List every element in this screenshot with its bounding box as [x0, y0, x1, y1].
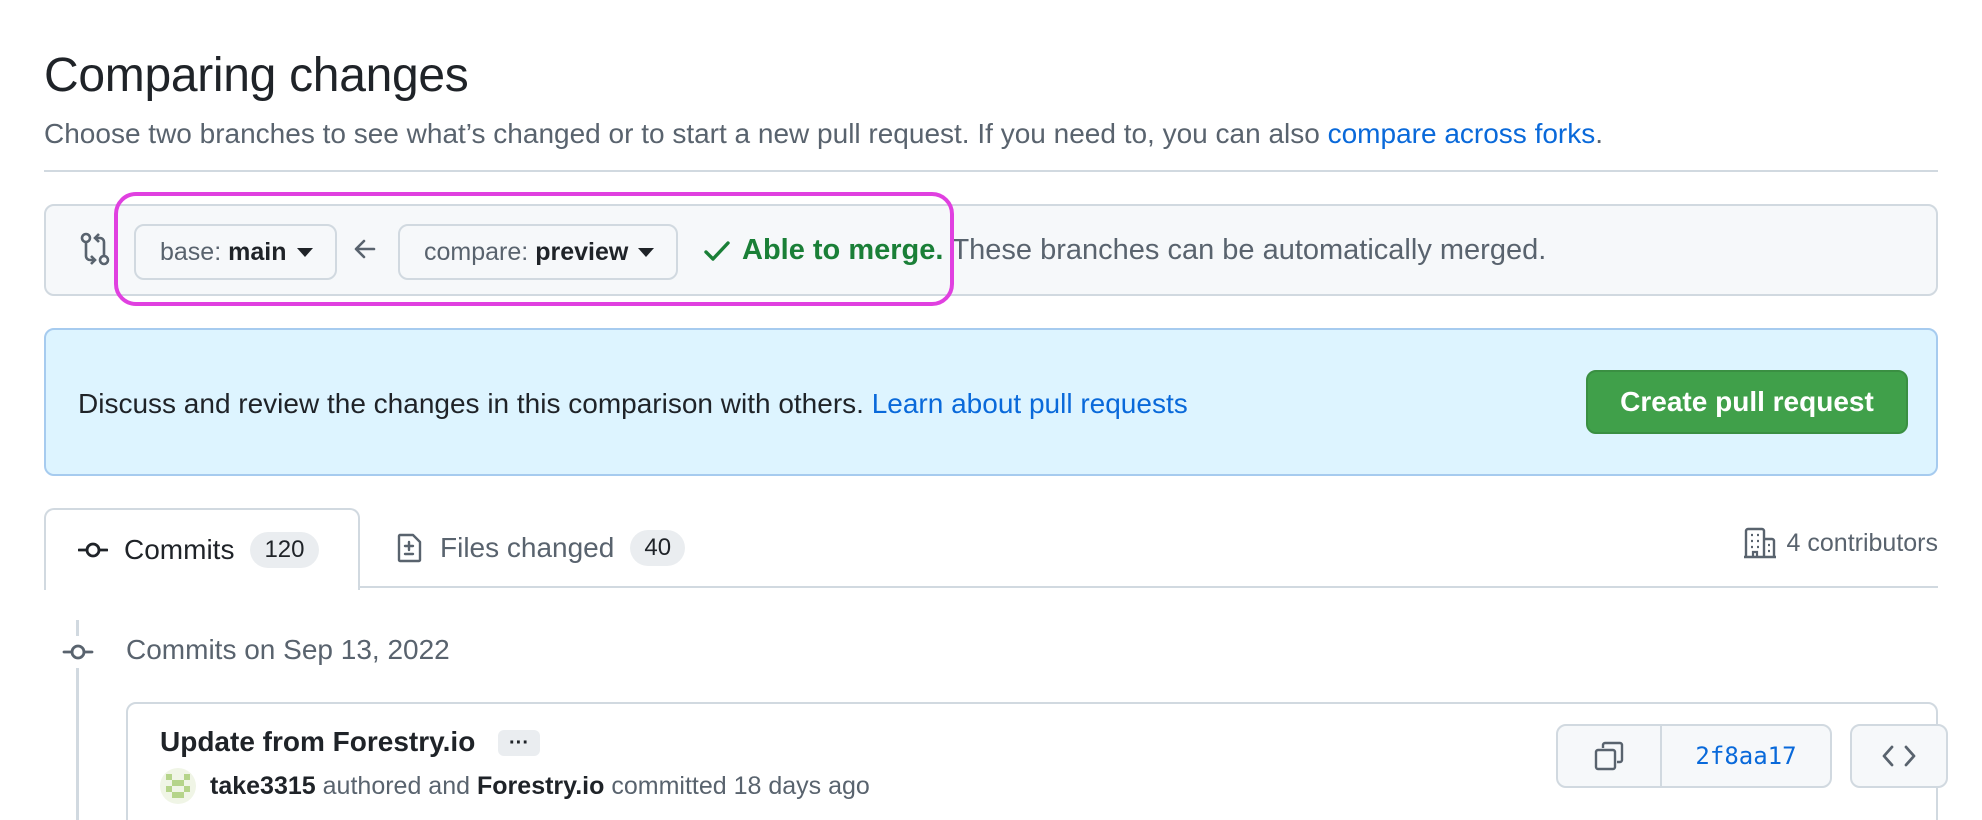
contributors-link[interactable]: 4 contributors — [1743, 526, 1938, 560]
check-icon — [704, 240, 730, 261]
page-subtitle: Choose two branches to see what’s change… — [44, 118, 1603, 150]
caret-down-icon — [296, 247, 313, 257]
commit-expand-button[interactable]: ··· — [498, 730, 540, 756]
merge-description: These branches can be automatically merg… — [951, 234, 1547, 266]
commit-committer[interactable]: Forestry.io — [477, 772, 604, 801]
copy-sha-button[interactable] — [1558, 726, 1662, 786]
range-editor: base: main compare: preview Able to merg… — [44, 204, 1938, 296]
organization-icon — [1743, 527, 1776, 559]
subtitle-period: . — [1595, 118, 1604, 149]
base-prefix: base: — [160, 237, 222, 266]
merge-ok-text: Able to merge. — [742, 234, 944, 266]
avatar[interactable] — [160, 768, 196, 804]
committed-text: committed 18 days ago — [611, 771, 870, 800]
authored-text: authored and — [322, 771, 471, 800]
commit-sha-link[interactable]: 2f8aa17 — [1662, 726, 1830, 786]
compare-prefix: compare: — [424, 237, 529, 266]
banner-text: Discuss and review the changes in this c… — [78, 388, 872, 419]
commit-title-link[interactable]: Update from Forestry.io — [160, 726, 475, 758]
copy-icon — [1594, 741, 1624, 771]
create-pull-request-button[interactable]: Create pull request — [1586, 370, 1908, 434]
base-branch-select[interactable]: base: main — [134, 224, 337, 280]
commit-author[interactable]: take3315 — [210, 772, 316, 801]
compare-tabs: Commits 120 Files changed 40 4 contribut… — [44, 508, 1938, 590]
create-pr-banner: Discuss and review the changes in this c… — [44, 328, 1938, 476]
compare-icon — [80, 232, 110, 266]
arrow-left-icon — [354, 239, 376, 259]
header-divider — [44, 170, 1938, 172]
banner-message: Discuss and review the changes in this c… — [78, 388, 1188, 420]
tab-commits-count: 120 — [250, 532, 319, 568]
compare-branch-name: preview — [535, 237, 629, 266]
subtitle-text: Choose two branches to see what’s change… — [44, 118, 1328, 149]
commit-icon — [78, 542, 108, 558]
learn-about-pr-link[interactable]: Learn about pull requests — [872, 388, 1188, 419]
tab-commits-label: Commits — [124, 534, 235, 565]
base-branch-name: main — [228, 237, 287, 266]
merge-status: Able to merge. These branches can be aut… — [702, 234, 1546, 267]
commit-list-item: Update from Forestry.io ··· take3315 aut… — [126, 702, 1948, 820]
caret-down-icon — [638, 247, 655, 257]
commit-sha-button-group: 2f8aa17 — [1556, 724, 1832, 788]
compare-across-forks-link[interactable]: compare across forks — [1328, 118, 1596, 149]
code-icon — [1882, 745, 1916, 767]
tab-files-count: 40 — [630, 530, 686, 566]
commits-date-heading: Commits on Sep 13, 2022 — [126, 634, 450, 665]
commit-meta: take3315 authored and Forestry.io commit… — [160, 768, 877, 804]
commit-icon — [62, 636, 94, 668]
tab-files-changed[interactable]: Files changed 40 — [394, 508, 686, 588]
tab-commits[interactable]: Commits 120 — [44, 508, 360, 590]
contributors-text: 4 contributors — [1786, 528, 1938, 557]
browse-code-button[interactable] — [1850, 724, 1948, 788]
file-diff-icon — [397, 533, 422, 563]
compare-branch-select[interactable]: compare: preview — [398, 224, 679, 280]
tab-files-label: Files changed — [440, 532, 615, 563]
page-title: Comparing changes — [44, 49, 469, 102]
